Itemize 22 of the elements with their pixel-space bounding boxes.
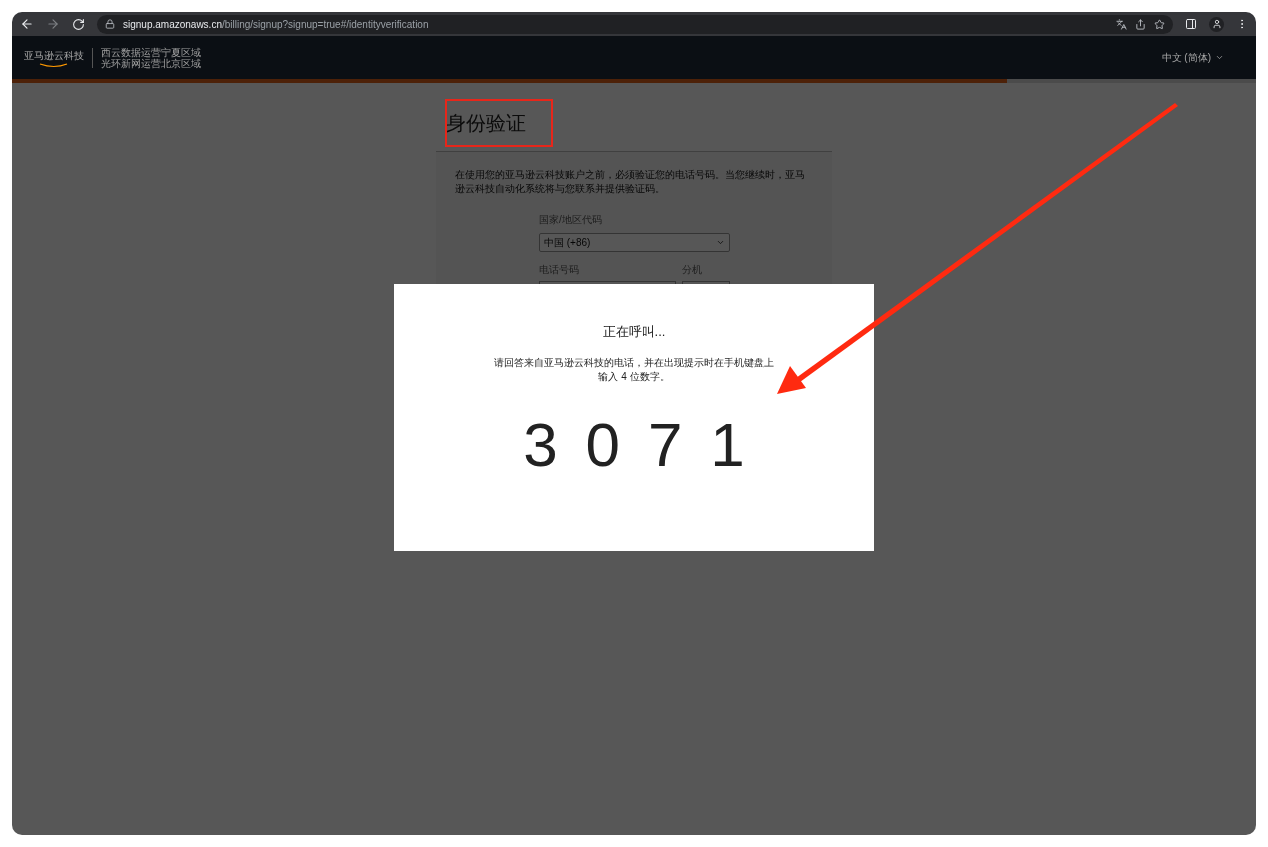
language-selector[interactable]: 中文 (简体) — [1161, 50, 1224, 65]
url-text: signup.amazonaws.cn/billing/signup?signup=true#/identityverification — [123, 17, 429, 32]
region-text: 西云数据运营宁夏区域 — [101, 46, 201, 58]
side-panel-icon[interactable] — [1185, 18, 1197, 30]
caret-icon — [1215, 53, 1224, 62]
page-title: 身份验证 — [446, 111, 526, 136]
share-icon[interactable] — [1135, 18, 1146, 30]
dialog-title: 正在呼叫... — [602, 323, 666, 341]
lock-icon — [105, 19, 115, 29]
bookmark-star-icon[interactable] — [1154, 18, 1165, 30]
region-text: 光环新网运营北京区域 — [101, 57, 201, 69]
verification-code: 3071 — [522, 413, 773, 476]
reload-icon[interactable] — [72, 17, 85, 31]
logo[interactable]: 亚马逊云科技 — [24, 47, 93, 68]
caret-icon — [716, 238, 725, 247]
back-icon[interactable] — [20, 17, 34, 31]
address-bar[interactable]: signup.amazonaws.cn/billing/signup?signup=true#/identityverification — [97, 14, 1173, 34]
translate-icon[interactable] — [1116, 18, 1127, 30]
forward-icon[interactable] — [46, 17, 60, 31]
profile-icon[interactable] — [1209, 16, 1224, 32]
intro-text: 在使用您的亚马逊云科技账户之前，必须验证您的电话号码。当您继续时，亚马逊云科技自动化系统将与您联系并提供验证码。 — [455, 168, 806, 196]
dialog-message: 请回答来自亚马逊云科技的电话，并在出现提示时在手机键盘上输入 4 位数字。 — [493, 355, 775, 384]
